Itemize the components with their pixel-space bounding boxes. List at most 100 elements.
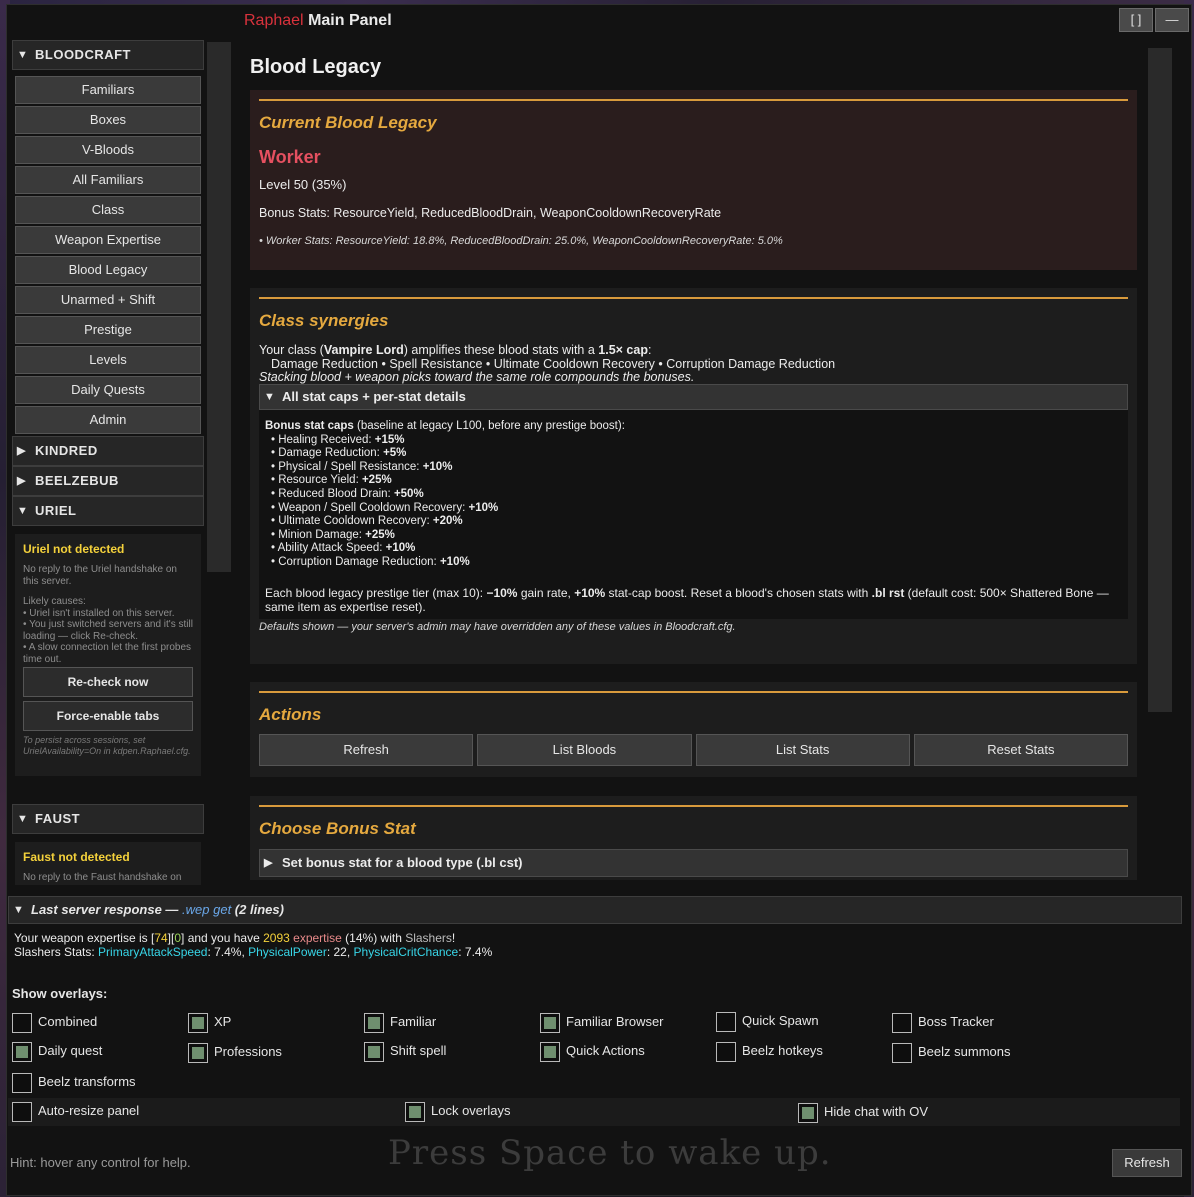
stat-name: PhysicalCritChance (353, 944, 459, 959)
checkbox-box[interactable] (188, 1042, 208, 1063)
legacy-bonus-stats: Bonus Stats: ResourceYield, ReducedBlood… (259, 206, 722, 220)
section-header-faust[interactable]: ▼ FAUST (12, 804, 204, 834)
synergy-stats: Damage Reduction • Spell Resistance • Ul… (271, 357, 836, 371)
checkbox-label: Beelz summons (918, 1044, 1011, 1059)
disclosure-label: Set bonus stat for a blood type (.bl cst… (282, 855, 523, 870)
checkbox-box[interactable] (364, 1012, 384, 1033)
cap-item: • Resource Yield: +25% (271, 474, 1122, 488)
overlay-beelz-summons-checkbox[interactable]: Beelz summons (892, 1040, 1010, 1064)
sidebar-item-daily-quests[interactable]: Daily Quests (15, 376, 201, 404)
list-stats-button[interactable]: List Stats (695, 734, 910, 766)
section-header-beelzebub[interactable]: ▶ BEELZEBUB (12, 466, 204, 496)
expand-triangle-icon: ▶ (17, 445, 26, 457)
server-response-header[interactable]: ▼ Last server response — .wep get (2 lin… (8, 896, 1182, 924)
choose-bonus-card: Choose Bonus Stat ▶ Set bonus stat for a… (250, 796, 1137, 880)
checkbox-box[interactable] (364, 1041, 384, 1062)
section-label: URIEL (35, 503, 77, 518)
checkbox-box[interactable] (540, 1041, 560, 1062)
collapse-triangle-icon: ▼ (13, 904, 24, 916)
checkbox-box[interactable] (12, 1072, 32, 1093)
overlay-professions-checkbox[interactable]: Professions (188, 1040, 282, 1064)
wake-prompt: Press Space to wake up. (388, 1133, 832, 1173)
sidebar-item-levels[interactable]: Levels (15, 346, 201, 374)
restore-button[interactable]: [ ] (1119, 8, 1153, 32)
cap-value: +15% (374, 433, 405, 446)
overlay-daily-quest-checkbox[interactable]: Daily quest (12, 1039, 102, 1063)
sidebar-item-unarmed-shift[interactable]: Unarmed + Shift (15, 286, 201, 314)
checkbox-box[interactable] (12, 1101, 32, 1122)
checkbox-box[interactable] (716, 1011, 736, 1032)
section-label: BEELZEBUB (35, 473, 119, 488)
checkbox-label: Hide chat with OV (824, 1104, 929, 1119)
uriel-causes-title: Likely causes: (23, 596, 86, 607)
expertise-amount: 2093 (263, 931, 290, 945)
overlay-quick-actions-checkbox[interactable]: Quick Actions (540, 1039, 645, 1063)
checkbox-box[interactable] (12, 1041, 32, 1062)
stat-caps-disclosure[interactable]: ▼ All stat caps + per-stat details (259, 384, 1128, 410)
auto-resize-checkbox[interactable]: Auto-resize panel (12, 1099, 139, 1123)
checkbox-box[interactable] (892, 1042, 912, 1063)
overlay-quick-spawn-checkbox[interactable]: Quick Spawn (716, 1009, 819, 1033)
list-bloods-button[interactable]: List Bloods (477, 734, 692, 766)
reset-stats-button[interactable]: Reset Stats (913, 734, 1128, 766)
sidebar-item-weapon-expertise[interactable]: Weapon Expertise (15, 226, 201, 254)
checkbox-label: Beelz hotkeys (742, 1043, 823, 1058)
cap-boost: +10% (574, 585, 606, 600)
faust-description: No reply to the Faust handshake on (23, 872, 182, 883)
sidebar-scrollbar[interactable] (207, 42, 231, 572)
section-header-kindred[interactable]: ▶ KINDRED (12, 436, 204, 466)
checkbox-box[interactable] (892, 1012, 912, 1033)
stat-name: PhysicalPower (248, 944, 327, 959)
checkbox-box[interactable] (716, 1041, 736, 1062)
sidebar-item-v-bloods[interactable]: V-Bloods (15, 136, 201, 164)
lock-overlays-checkbox[interactable]: Lock overlays (405, 1099, 510, 1123)
sidebar-item-blood-legacy[interactable]: Blood Legacy (15, 256, 201, 284)
sidebar-item-familiars[interactable]: Familiars (15, 76, 201, 104)
sidebar-item-prestige[interactable]: Prestige (15, 316, 201, 344)
actions-heading: Actions (259, 705, 322, 724)
overlay-familiar-browser-checkbox[interactable]: Familiar Browser (540, 1010, 664, 1034)
hide-chat-checkbox[interactable]: Hide chat with OV (798, 1100, 928, 1124)
cap-value: +5% (383, 447, 407, 460)
uriel-cause-1: • Uriel isn't installed on this server. (23, 607, 175, 619)
caps-title: Bonus stat caps (265, 420, 354, 432)
checkbox-label: Shift spell (390, 1043, 447, 1058)
section-header-uriel[interactable]: ▼ URIEL (12, 496, 204, 526)
cap-label: • Reduced Blood Drain: (271, 487, 394, 500)
uriel-warning: Uriel not detected (23, 542, 125, 556)
caps-intro: Bonus stat caps (baseline at legacy L100… (265, 420, 1122, 434)
cap-item: • Minion Damage: +25% (271, 529, 1122, 543)
sidebar-item-all-familiars[interactable]: All Familiars (15, 166, 201, 194)
refresh-button[interactable]: Refresh (259, 734, 474, 766)
persist-note: To persist across sessions, set UrielAva… (23, 735, 191, 756)
response-command: .wep get (182, 902, 232, 917)
minimize-button[interactable]: — (1155, 8, 1189, 32)
checkbox-box[interactable] (540, 1012, 560, 1033)
cap-value: +25% (361, 474, 392, 487)
cap-label: • Resource Yield: (271, 474, 362, 487)
collapse-triangle-icon: ▼ (264, 391, 275, 403)
checkbox-box[interactable] (188, 1012, 208, 1033)
checkbox-box[interactable] (12, 1012, 32, 1033)
overlay-combined-checkbox[interactable]: Combined (12, 1010, 97, 1034)
recheck-button[interactable]: Re-check now (23, 667, 193, 697)
checkbox-label: XP (214, 1014, 232, 1029)
sidebar-item-admin[interactable]: Admin (15, 406, 201, 434)
overlay-beelz-transforms-checkbox[interactable]: Beelz transforms (12, 1070, 136, 1094)
footer-refresh-button[interactable]: Refresh (1112, 1149, 1182, 1177)
overlay-shift-spell-checkbox[interactable]: Shift spell (364, 1039, 446, 1063)
checkbox-box[interactable] (798, 1102, 818, 1123)
set-bonus-stat-disclosure[interactable]: ▶ Set bonus stat for a blood type (.bl c… (259, 849, 1128, 877)
expertise-level: 74 (154, 931, 168, 945)
overlay-beelz-hotkeys-checkbox[interactable]: Beelz hotkeys (716, 1039, 823, 1063)
checkbox-box[interactable] (405, 1101, 425, 1122)
sidebar-item-class[interactable]: Class (15, 196, 201, 224)
sidebar-item-boxes[interactable]: Boxes (15, 106, 201, 134)
overlay-boss-tracker-checkbox[interactable]: Boss Tracker (892, 1010, 994, 1034)
overlay-familiar-checkbox[interactable]: Familiar (364, 1010, 436, 1034)
text-segment: ] and you have (181, 931, 264, 945)
section-header-bloodcraft[interactable]: ▼ BLOODCRAFT (12, 40, 204, 70)
overlay-xp-checkbox[interactable]: XP (188, 1010, 231, 1034)
main-scrollbar[interactable] (1148, 48, 1172, 712)
force-enable-button[interactable]: Force-enable tabs (23, 701, 193, 731)
